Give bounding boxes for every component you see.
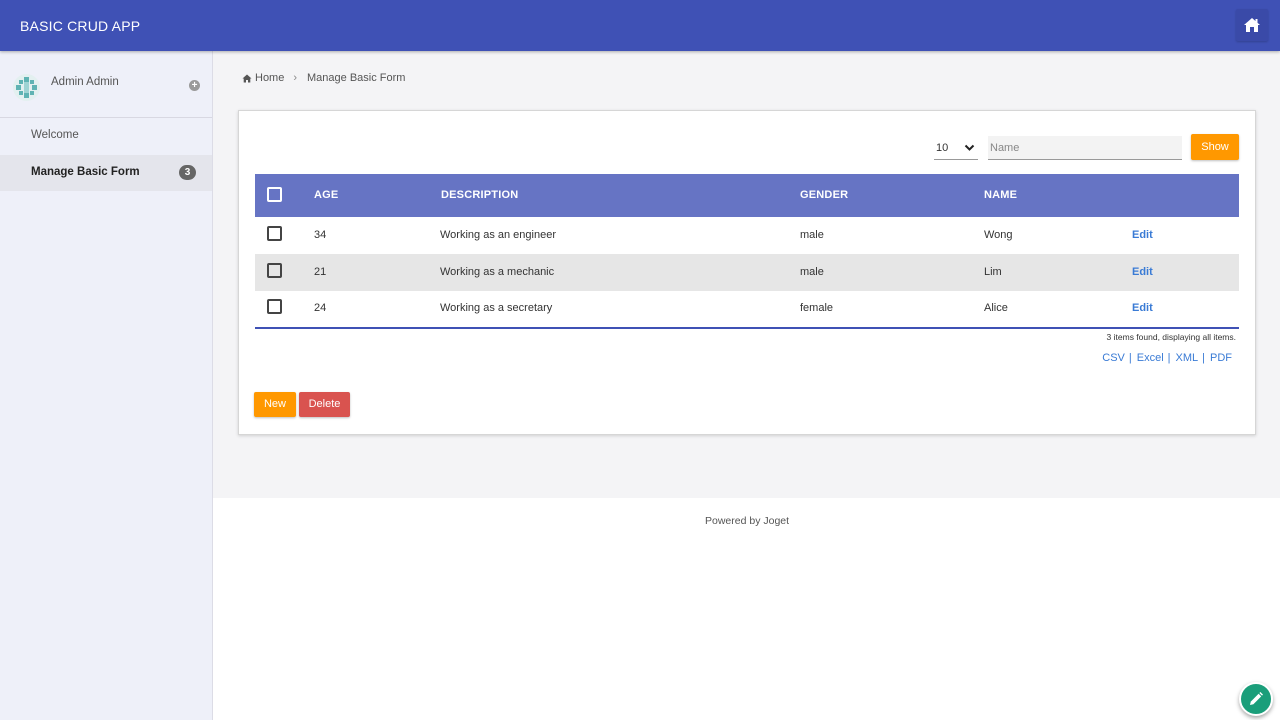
count-badge: 3 — [179, 165, 196, 180]
edit-link[interactable]: Edit — [1132, 266, 1153, 278]
cell-gender: female — [800, 302, 834, 314]
row-checkbox[interactable] — [267, 263, 282, 278]
cell-age: 24 — [314, 302, 327, 314]
home-button[interactable] — [1236, 9, 1268, 41]
cell-name: Lim — [984, 266, 1002, 278]
breadcrumb-home-label: Home — [255, 72, 285, 84]
show-button[interactable]: Show — [1191, 134, 1239, 160]
home-icon — [242, 74, 252, 82]
pencil-icon — [1250, 692, 1263, 705]
separator: | — [1167, 352, 1171, 364]
sidebar-item-welcome[interactable]: Welcome — [0, 118, 212, 154]
column-header-gender[interactable]: GENDER — [800, 189, 848, 201]
export-pdf-link[interactable]: PDF — [1210, 352, 1232, 364]
chevron-right-icon: › — [293, 72, 298, 84]
cell-description: Working as an engineer — [440, 229, 556, 241]
separator: | — [1202, 352, 1205, 364]
sidebar-item-manage-basic-form[interactable]: Manage Basic Form 3 — [0, 155, 212, 191]
items-count-text: 3 items found, displaying all items. — [1106, 332, 1236, 342]
export-xml-link[interactable]: XML — [1176, 352, 1199, 364]
edit-link[interactable]: Edit — [1132, 302, 1153, 314]
footer-text: Powered by Joget — [705, 515, 790, 527]
breadcrumb-current: Manage Basic Form — [307, 72, 406, 84]
expand-icon[interactable]: + — [189, 80, 200, 91]
app-title[interactable]: BASIC CRUD APP — [20, 18, 140, 34]
user-name[interactable]: Admin Admin — [51, 76, 119, 88]
cell-description: Working as a secretary — [440, 302, 553, 314]
name-filter-input[interactable] — [988, 136, 1182, 160]
table-header: AGE DESCRIPTION GENDER NAME — [255, 174, 1239, 217]
column-header-name[interactable]: NAME — [984, 189, 1017, 201]
table-row: 24 Working as a secretary female Alice E… — [255, 290, 1239, 327]
row-checkbox[interactable] — [267, 226, 282, 241]
chevron-down-icon — [964, 144, 975, 151]
delete-button[interactable]: Delete — [299, 392, 350, 417]
table-row: 34 Working as an engineer male Wong Edit — [255, 217, 1239, 254]
cell-name: Wong — [984, 229, 1013, 241]
home-icon — [1244, 18, 1260, 32]
cell-gender: male — [800, 266, 824, 278]
breadcrumb-home[interactable]: Home — [242, 72, 284, 84]
page-size-select[interactable]: 10 — [934, 137, 978, 160]
user-panel: Admin Admin + — [0, 51, 212, 118]
cell-gender: male — [800, 229, 824, 241]
page-size-value: 10 — [936, 142, 949, 154]
cell-description: Working as a mechanic — [440, 266, 555, 278]
export-links: CSV | Excel | XML | PDF — [1102, 352, 1232, 364]
edit-fab-button[interactable] — [1239, 682, 1273, 716]
top-header: BASIC CRUD APP — [0, 0, 1280, 51]
new-button[interactable]: New — [254, 392, 296, 417]
breadcrumb: Home › Manage Basic Form — [242, 72, 405, 84]
separator: | — [1128, 352, 1132, 364]
cell-name: Alice — [984, 302, 1008, 314]
cell-age: 34 — [314, 229, 327, 241]
table-row: 21 Working as a mechanic male Lim Edit — [255, 254, 1239, 291]
edit-link[interactable]: Edit — [1132, 229, 1153, 241]
sidebar-item-label: Welcome — [31, 129, 79, 141]
export-csv-link[interactable]: CSV — [1102, 352, 1125, 364]
export-excel-link[interactable]: Excel — [1137, 352, 1164, 364]
column-header-description[interactable]: DESCRIPTION — [441, 189, 518, 201]
sidebar: Admin Admin + Welcome Manage Basic Form … — [0, 51, 213, 720]
column-header-age[interactable]: AGE — [314, 189, 338, 201]
select-all-checkbox[interactable] — [267, 187, 282, 202]
avatar — [13, 74, 40, 101]
cell-age: 21 — [314, 266, 327, 278]
row-checkbox[interactable] — [267, 299, 282, 314]
table-bottom-border — [255, 327, 1239, 329]
sidebar-item-label: Manage Basic Form — [31, 166, 140, 178]
